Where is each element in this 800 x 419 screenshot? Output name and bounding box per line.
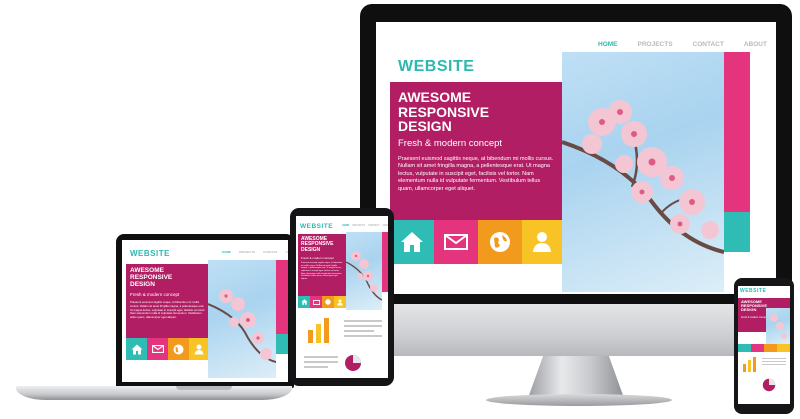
laptop-screen: WEBSITE HOME PROJECTS CONTACT ABOUT AWES… xyxy=(122,240,288,382)
laptop-notch xyxy=(176,386,232,390)
pie-chart-graphic xyxy=(345,355,361,371)
phone-screen: WEBSITE AWESOME RESPONSIVE DESIGN Fresh … xyxy=(738,286,790,404)
hero-title: AWESOME RESPONSIVE DESIGN xyxy=(741,299,768,313)
tile-mail xyxy=(751,344,764,352)
tile-mail xyxy=(147,338,168,360)
hero-subtitle: Fresh & modern concept xyxy=(398,138,503,149)
monitor-base xyxy=(486,394,672,406)
tile-user xyxy=(777,344,790,352)
nav-about[interactable]: ABOUT xyxy=(744,41,767,48)
accent-strip-pink xyxy=(382,232,388,292)
hero-panel: AWESOME RESPONSIVE DESIGN Fresh & modern… xyxy=(126,264,208,338)
nav-home[interactable]: HOME xyxy=(598,41,618,48)
hero-subtitle: Fresh & modern concept xyxy=(130,292,180,297)
tablet-screen: WEBSITE HOME PROJECTS CONTACT ABOUT AWES… xyxy=(296,216,388,378)
hero-title: AWESOME RESPONSIVE DESIGN xyxy=(301,236,334,253)
bar-chart-graphic xyxy=(308,318,329,343)
hero-panel: AWESOME RESPONSIVE DESIGN Fresh & modern… xyxy=(390,82,562,232)
accent-strip-pink xyxy=(276,260,288,334)
hero-photo xyxy=(562,52,724,292)
home-icon xyxy=(401,232,423,252)
hero-photo xyxy=(208,260,276,378)
tile-home xyxy=(298,296,310,308)
cherry-blossom-image xyxy=(770,314,787,339)
user-icon xyxy=(533,232,551,252)
monitor-chin xyxy=(360,300,792,356)
tile-mail[interactable] xyxy=(434,220,478,264)
home-icon xyxy=(301,299,307,305)
nav-contact[interactable]: CONTACT xyxy=(693,41,724,48)
monitor-stand xyxy=(528,350,624,398)
text-lines xyxy=(762,358,786,365)
nav-projects[interactable]: PROJECTS xyxy=(638,41,673,48)
hero-body: Praesent euismod sagittis neque, at bibe… xyxy=(398,156,554,192)
hero-subtitle: Fresh & modern concept xyxy=(741,316,768,319)
tile-globe xyxy=(764,344,777,352)
accent-strip-teal xyxy=(276,334,288,354)
tile-user xyxy=(334,296,346,308)
tile-globe[interactable] xyxy=(478,220,522,264)
mail-icon xyxy=(312,299,320,305)
hero-title: AWESOME RESPONSIVE DESIGN xyxy=(398,89,490,135)
nav-home: HOME xyxy=(342,224,350,227)
globe-icon xyxy=(325,299,331,305)
monitor-screen: WEBSITE HOME PROJECTS CONTACT ABOUT AWES… xyxy=(376,22,776,294)
hero-photo xyxy=(346,232,382,310)
globe-icon xyxy=(490,232,510,252)
main-nav: HOME PROJECTS CONTACT ABOUT xyxy=(342,224,388,227)
bar-chart-graphic xyxy=(743,357,756,372)
tile-mail xyxy=(310,296,322,308)
tile-home xyxy=(738,344,751,352)
nav-projects: PROJECTS xyxy=(352,224,366,227)
cherry-blossom-image xyxy=(346,251,382,301)
brand-logo: WEBSITE xyxy=(740,288,767,294)
tile-globe xyxy=(168,338,189,360)
text-lines xyxy=(344,320,382,340)
mail-icon xyxy=(444,234,468,250)
user-icon xyxy=(337,299,343,305)
globe-icon xyxy=(173,344,184,354)
accent-strip-pink xyxy=(724,52,750,212)
user-icon xyxy=(194,344,203,354)
mail-icon xyxy=(151,345,164,353)
hero-body: Praesent euismod sagittis neque, at bibe… xyxy=(130,300,206,320)
tile-globe xyxy=(322,296,334,308)
home-icon xyxy=(131,344,142,354)
nav-home: HOME xyxy=(222,250,231,254)
hero-body: Praesent euismod sagittis neque, at bibe… xyxy=(301,262,343,281)
hero-photo xyxy=(766,308,790,344)
cherry-blossom-image xyxy=(562,100,724,254)
nav-contact: CONTACT xyxy=(263,250,278,254)
nav-about: ABOUT xyxy=(382,224,388,227)
nav-contact: CONTACT xyxy=(368,224,380,227)
text-lines xyxy=(304,356,338,368)
pie-chart-graphic xyxy=(762,378,776,392)
main-nav: HOME PROJECTS CONTACT ABOUT xyxy=(598,41,767,48)
nav-projects: PROJECTS xyxy=(239,250,256,254)
brand-logo: WEBSITE xyxy=(130,249,170,258)
brand-logo[interactable]: WEBSITE xyxy=(398,58,474,76)
hero-panel: AWESOME RESPONSIVE DESIGN Fresh & modern… xyxy=(298,234,346,296)
accent-strip-teal xyxy=(724,212,750,252)
brand-logo: WEBSITE xyxy=(300,223,334,230)
cherry-blossom-image xyxy=(208,289,276,363)
laptop-base xyxy=(16,386,292,400)
hero-title: AWESOME RESPONSIVE DESIGN xyxy=(130,267,173,288)
hero-subtitle: Fresh & modern concept xyxy=(301,256,334,260)
tile-home[interactable] xyxy=(390,220,434,264)
tile-home xyxy=(126,338,147,360)
main-nav: HOME PROJECTS CONTACT ABOUT xyxy=(222,250,288,254)
tile-user xyxy=(189,338,208,360)
tile-user[interactable] xyxy=(522,220,562,264)
nav-about: ABOUT xyxy=(285,250,288,254)
